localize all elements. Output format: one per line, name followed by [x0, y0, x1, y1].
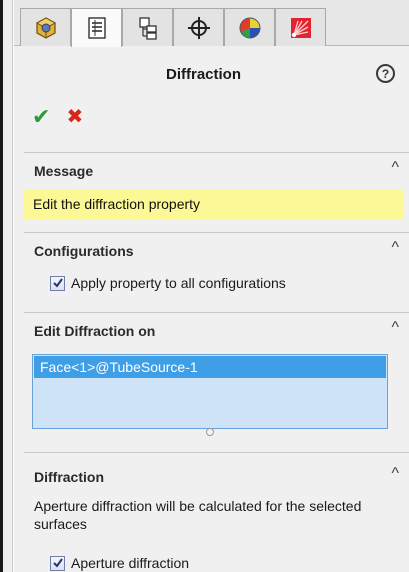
aperture-diffraction-label: Aperture diffraction: [71, 555, 190, 571]
tab-property-manager[interactable]: [71, 8, 122, 47]
panel-header: Diffraction ?: [14, 50, 409, 90]
edit-diffraction-on-header[interactable]: Edit Diffraction on ^: [24, 313, 409, 341]
apply-all-configurations-label: Apply property to all configurations: [71, 275, 286, 291]
selection-listbox[interactable]: Face<1>@TubeSource-1: [32, 354, 388, 429]
diffraction-section: Diffraction ^ Aperture diffraction will …: [24, 452, 409, 572]
collapse-icon[interactable]: ^: [391, 159, 399, 177]
message-section-title: Message: [34, 163, 94, 179]
checkmark-icon: [52, 558, 63, 568]
apply-all-configurations-row[interactable]: Apply property to all configurations: [50, 275, 286, 291]
diffraction-section-title: Diffraction: [34, 469, 104, 485]
dimxpert-icon: [187, 16, 210, 39]
configuration-manager-icon: [138, 16, 157, 40]
aperture-diffraction-checkbox[interactable]: [50, 555, 65, 571]
collapse-icon[interactable]: ^: [391, 465, 399, 483]
tab-optical-source[interactable]: [275, 8, 326, 46]
appearance-icon: [239, 17, 260, 38]
splitter[interactable]: [3, 0, 13, 572]
part-icon: [35, 16, 56, 39]
collapse-icon[interactable]: ^: [391, 319, 399, 337]
edit-diffraction-on-title: Edit Diffraction on: [34, 323, 156, 339]
message-text: Edit the diffraction property: [24, 190, 403, 219]
tab-part[interactable]: [20, 8, 71, 46]
tab-dimxpert[interactable]: [173, 8, 224, 46]
action-buttons: ✔ ✖: [32, 106, 83, 128]
diffraction-section-header[interactable]: Diffraction ^: [24, 453, 409, 485]
configurations-section-header[interactable]: Configurations ^: [24, 233, 409, 261]
resize-grip[interactable]: [206, 428, 214, 436]
property-manager-icon: [87, 17, 106, 39]
optical-source-icon: [290, 17, 311, 38]
configurations-section: Configurations ^ Apply property to all c…: [24, 232, 409, 306]
message-section-header[interactable]: Message ^: [24, 153, 409, 181]
list-item[interactable]: Face<1>@TubeSource-1: [34, 356, 386, 378]
help-button[interactable]: ?: [376, 64, 395, 83]
collapse-icon[interactable]: ^: [391, 239, 399, 257]
ok-button[interactable]: ✔: [32, 106, 50, 128]
tab-appearance[interactable]: [224, 8, 275, 46]
configurations-section-title: Configurations: [34, 243, 134, 259]
aperture-diffraction-row[interactable]: Aperture diffraction: [50, 555, 189, 571]
tab-configuration-manager[interactable]: [122, 8, 173, 46]
panel-title: Diffraction: [166, 66, 241, 83]
apply-all-configurations-checkbox[interactable]: [50, 275, 65, 291]
checkmark-icon: [52, 278, 63, 288]
cancel-button[interactable]: ✖: [66, 107, 83, 127]
manager-tab-bar: [14, 0, 409, 47]
diffraction-description: Aperture diffraction will be calculated …: [34, 498, 362, 532]
